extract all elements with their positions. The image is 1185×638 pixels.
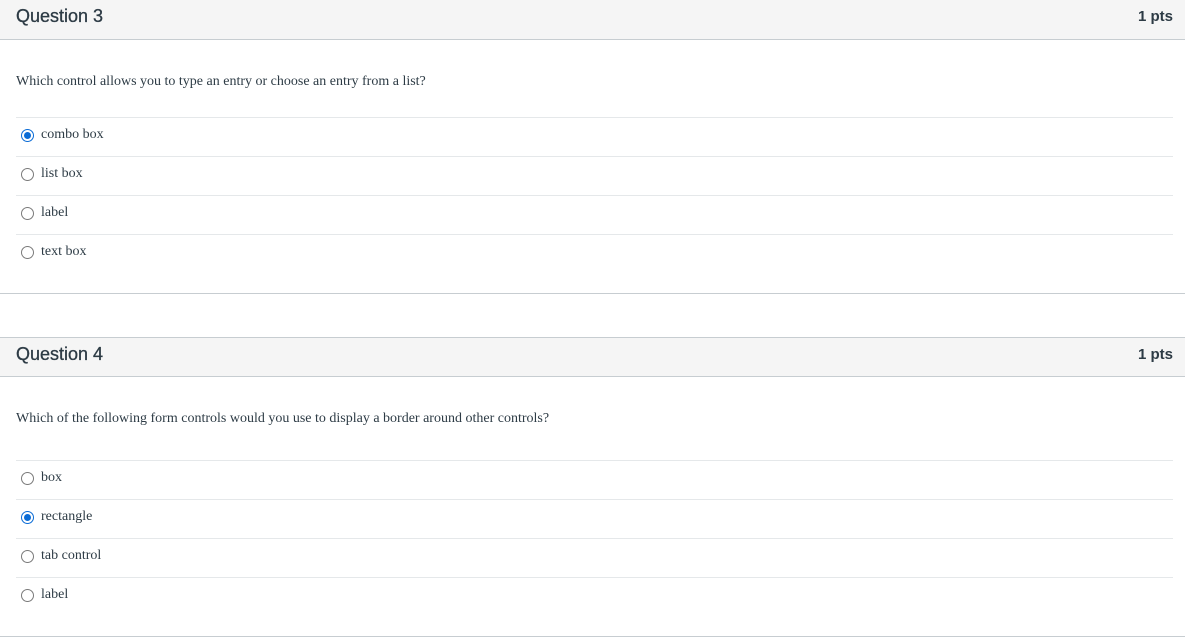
question-header: Question 4 1 pts [0, 337, 1185, 377]
answer-label[interactable]: label [41, 586, 68, 604]
radio-selected-icon[interactable] [21, 129, 34, 142]
question-header: Question 3 1 pts [0, 0, 1185, 40]
radio-unselected-icon[interactable] [21, 246, 34, 259]
answer-option-rectangle[interactable]: rectangle [16, 499, 1173, 538]
answer-option-text-box[interactable]: text box [16, 234, 1173, 273]
radio-unselected-icon[interactable] [21, 472, 34, 485]
answer-label[interactable]: text box [41, 243, 87, 261]
answer-option-box[interactable]: box [16, 460, 1173, 499]
radio-unselected-icon[interactable] [21, 207, 34, 220]
question-title: Question 3 [16, 6, 104, 26]
answer-option-label[interactable]: label [16, 577, 1173, 616]
question-divider [0, 636, 1185, 637]
answer-label[interactable]: label [41, 204, 68, 222]
answer-option-tab-control[interactable]: tab control [16, 538, 1173, 577]
answer-label[interactable]: list box [41, 165, 83, 183]
radio-selected-icon[interactable] [21, 511, 34, 524]
radio-unselected-icon[interactable] [21, 589, 34, 602]
answer-label[interactable]: box [41, 469, 62, 487]
question-points: 1 pts [1137, 346, 1173, 363]
radio-unselected-icon[interactable] [21, 168, 34, 181]
answer-option-list-box[interactable]: list box [16, 156, 1173, 195]
answer-list: box rectangle tab control label [16, 460, 1173, 616]
answer-label[interactable]: tab control [41, 547, 101, 565]
question-text: Which control allows you to type an entr… [16, 74, 426, 89]
question-divider [0, 293, 1185, 294]
answer-label[interactable]: combo box [41, 126, 104, 144]
answer-option-label[interactable]: label [16, 195, 1173, 234]
answer-list: combo box list box label text box [16, 117, 1173, 273]
question-title: Question 4 [16, 344, 104, 364]
answer-option-combo-box[interactable]: combo box [16, 117, 1173, 156]
question-4: Question 4 1 pts Which of the following … [0, 337, 1185, 638]
question-3: Question 3 1 pts Which control allows yo… [0, 0, 1185, 294]
question-points: 1 pts [1137, 8, 1173, 25]
answer-label[interactable]: rectangle [41, 508, 92, 526]
radio-unselected-icon[interactable] [21, 550, 34, 563]
question-text: Which of the following form controls wou… [16, 411, 550, 426]
